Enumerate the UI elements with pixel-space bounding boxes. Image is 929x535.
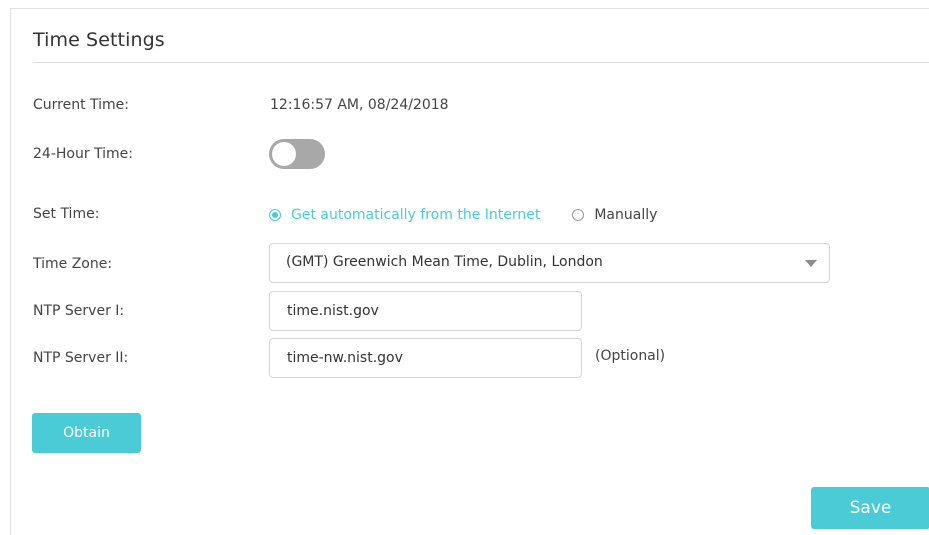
radio-auto-label: Get automatically from the Internet — [291, 207, 541, 223]
current-time-value: 12:16:57 AM, 08/24/2018 — [270, 97, 449, 113]
radio-manual-label: Manually — [594, 207, 658, 223]
ntp-server-1-label: NTP Server I: — [33, 303, 125, 319]
radio-auto[interactable]: Get automatically from the Internet — [269, 207, 540, 223]
set-time-radio-group: Get automatically from the Internet Manu… — [269, 205, 657, 225]
page-title: Time Settings — [33, 29, 165, 51]
radio-manual-indicator — [572, 209, 585, 221]
time-settings-panel: Time Settings Current Time: 12:16:57 AM,… — [10, 8, 929, 535]
ntp-server-1-input[interactable] — [269, 291, 582, 331]
time-zone-value: (GMT) Greenwich Mean Time, Dublin, Londo… — [286, 254, 603, 270]
hour24-toggle[interactable] — [269, 139, 325, 169]
set-time-label: Set Time: — [33, 206, 100, 222]
obtain-button[interactable]: Obtain — [32, 413, 141, 453]
time-zone-select[interactable]: (GMT) Greenwich Mean Time, Dublin, Londo… — [269, 243, 830, 283]
current-time-label: Current Time: — [33, 97, 130, 113]
toggle-knob — [272, 142, 296, 166]
title-divider — [33, 62, 929, 63]
ntp-server-2-input[interactable] — [269, 338, 582, 378]
caret-down-icon — [805, 260, 817, 267]
ntp-server-2-optional-hint: (Optional) — [595, 348, 666, 364]
hour24-label: 24-Hour Time: — [33, 146, 134, 162]
radio-manual[interactable]: Manually — [572, 207, 657, 223]
time-zone-label: Time Zone: — [33, 256, 113, 272]
radio-auto-indicator — [269, 209, 281, 221]
ntp-server-2-label: NTP Server II: — [33, 350, 129, 366]
save-button[interactable]: Save — [811, 487, 929, 529]
